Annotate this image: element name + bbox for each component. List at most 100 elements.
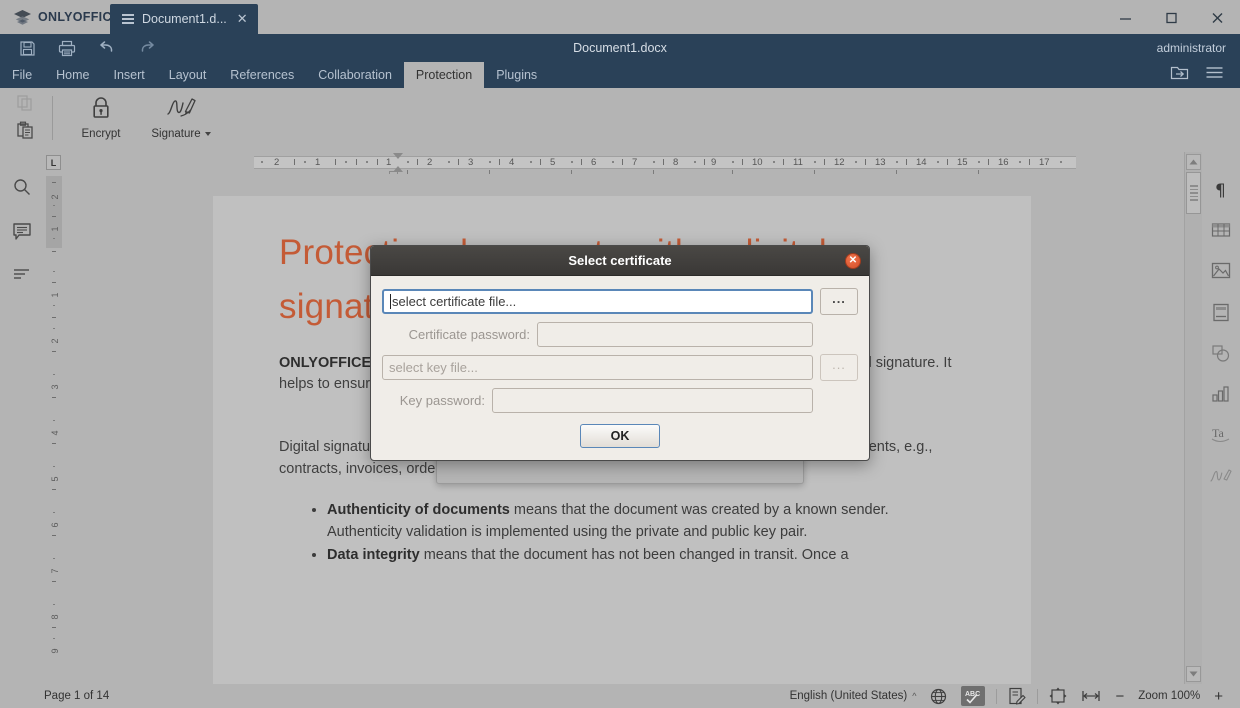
zoom-in-button[interactable]: + — [1207, 684, 1230, 708]
tab-insert[interactable]: Insert — [102, 62, 157, 88]
svg-text:ABC: ABC — [965, 691, 980, 698]
right-panel-table[interactable] — [1208, 217, 1234, 243]
right-panel-paragraph[interactable]: ¶ — [1208, 176, 1234, 202]
hruler-label: 13 — [875, 157, 886, 168]
tab-title-label: Document1.d... — [142, 12, 227, 26]
tab-plugins[interactable]: Plugins — [484, 62, 549, 88]
key-file-row: select key file... ... — [382, 354, 858, 381]
tab-file[interactable]: File — [0, 62, 44, 88]
certificate-password-input[interactable] — [537, 322, 813, 347]
right-panel-text-art[interactable]: Ta — [1208, 422, 1234, 448]
paste-icon[interactable] — [12, 118, 38, 142]
signature-button[interactable]: Signature — [137, 88, 225, 148]
scroll-down-icon[interactable] — [1186, 666, 1201, 682]
onlyoffice-window: ONLYOFFICE Document1.d... ✕ Document1.do… — [0, 0, 1240, 708]
window-controls — [1102, 0, 1240, 34]
dialog-body: select certificate file... ... Certifica… — [371, 276, 869, 448]
vruler-label: 2 — [50, 194, 60, 200]
language-label: English (United States) — [789, 690, 908, 702]
hruler-label: 10 — [752, 157, 763, 168]
sidebar-item-navigation[interactable] — [9, 262, 35, 288]
hruler-label: 4 — [509, 157, 515, 168]
scroll-up-icon[interactable] — [1186, 154, 1201, 170]
zoom-level-label[interactable]: Zoom 100% — [1131, 684, 1207, 708]
encrypt-label: Encrypt — [81, 128, 121, 140]
ribbon-toolbar: Encrypt Signature — [0, 88, 1240, 152]
clipboard-group — [0, 88, 50, 152]
language-selector[interactable]: English (United States) ^ — [783, 684, 924, 708]
scrollbar-thumb[interactable] — [1186, 172, 1201, 214]
right-panel-chart[interactable] — [1208, 381, 1234, 407]
sidebar-item-search[interactable] — [9, 174, 35, 200]
bullet-2-bold: Data integrity — [327, 547, 420, 564]
hruler-label: 8 — [673, 157, 679, 168]
open-file-location-icon[interactable] — [1170, 64, 1189, 86]
encrypt-button[interactable]: Encrypt — [65, 88, 137, 148]
tab-menu-icon[interactable] — [122, 14, 134, 24]
sidebar-item-comments[interactable] — [9, 218, 35, 244]
certificate-browse-button[interactable]: ... — [820, 288, 858, 315]
fit-page-icon[interactable] — [1042, 684, 1074, 708]
key-password-row: Key password: — [382, 388, 858, 413]
key-file-input[interactable]: select key file... — [382, 355, 813, 380]
status-bar: Page 1 of 14 English (United States) ^ A… — [0, 684, 1240, 708]
vruler-label: 3 — [50, 384, 60, 390]
spell-check-button[interactable]: ABC — [954, 684, 992, 708]
lock-icon — [90, 94, 112, 122]
list-item: Data integrity means that the document h… — [327, 545, 965, 566]
dialog-close-icon[interactable]: ✕ — [845, 253, 861, 269]
chevron-up-icon: ^ — [912, 691, 917, 701]
view-settings-icon[interactable] — [1205, 65, 1224, 85]
document-tab[interactable]: Document1.d... ✕ — [110, 4, 258, 34]
app-header: Document1.docx administrator File Home I… — [0, 34, 1240, 88]
right-panel-header-footer[interactable] — [1208, 299, 1234, 325]
window-minimize-button[interactable] — [1102, 0, 1148, 34]
tab-layout[interactable]: Layout — [157, 62, 219, 88]
vertical-scrollbar[interactable] — [1184, 152, 1202, 684]
print-icon[interactable] — [50, 35, 84, 61]
window-maximize-button[interactable] — [1148, 0, 1194, 34]
vruler-label: 1 — [50, 292, 60, 298]
tab-collaboration[interactable]: Collaboration — [306, 62, 404, 88]
zoom-out-button[interactable]: − — [1108, 684, 1131, 708]
right-panel-signature[interactable] — [1208, 463, 1234, 489]
tab-references[interactable]: References — [218, 62, 306, 88]
save-icon[interactable] — [10, 35, 44, 61]
hruler-label: 7 — [632, 157, 638, 168]
chevron-down-icon[interactable] — [204, 132, 211, 136]
track-changes-icon[interactable] — [1001, 684, 1033, 708]
vertical-ruler[interactable]: L 2 1 1 2 3 4 5 6 7 8 9 — [44, 152, 64, 684]
select-certificate-dialog: Select certificate ✕ select certificate … — [370, 245, 870, 461]
vruler-label: 2 — [50, 338, 60, 344]
copy-icon[interactable] — [12, 91, 38, 115]
first-line-indent-marker[interactable] — [393, 153, 403, 159]
spell-check-icon: ABC — [961, 686, 986, 706]
certificate-file-row: select certificate file... ... — [382, 288, 858, 315]
left-indent-marker[interactable] — [389, 171, 398, 174]
set-language-icon[interactable] — [923, 684, 954, 708]
horizontal-ruler[interactable]: 2 1 1 2 3 4 5 6 7 8 9 10 11 12 13 14 15 … — [64, 152, 1202, 174]
dialog-ok-button[interactable]: OK — [580, 424, 660, 448]
text-caret — [390, 294, 391, 309]
app-logo: ONLYOFFICE — [0, 0, 120, 34]
right-panel-image[interactable] — [1208, 258, 1234, 284]
vertical-ruler-track: 2 1 1 2 3 4 5 6 7 8 9 — [44, 176, 64, 684]
left-sidebar — [0, 152, 44, 684]
tab-home[interactable]: Home — [44, 62, 101, 88]
redo-icon[interactable] — [130, 35, 164, 61]
tab-close-icon[interactable]: ✕ — [237, 11, 248, 27]
tab-protection[interactable]: Protection — [403, 62, 485, 88]
certificate-file-input[interactable]: select certificate file... — [382, 289, 813, 314]
window-titlebar: ONLYOFFICE Document1.d... ✕ — [0, 0, 1240, 34]
right-panel-shape[interactable] — [1208, 340, 1234, 366]
tab-stop-selector[interactable]: L — [46, 155, 61, 170]
key-password-input[interactable] — [492, 388, 813, 413]
status-bar-right: English (United States) ^ ABC − Zoom 100… — [783, 684, 1240, 708]
hruler-label: 14 — [916, 157, 927, 168]
key-browse-button[interactable]: ... — [820, 354, 858, 381]
hruler-label: 5 — [550, 157, 556, 168]
undo-icon[interactable] — [90, 35, 124, 61]
dialog-button-row: OK — [382, 424, 858, 448]
fit-width-icon[interactable] — [1074, 684, 1108, 708]
window-close-button[interactable] — [1194, 0, 1240, 34]
